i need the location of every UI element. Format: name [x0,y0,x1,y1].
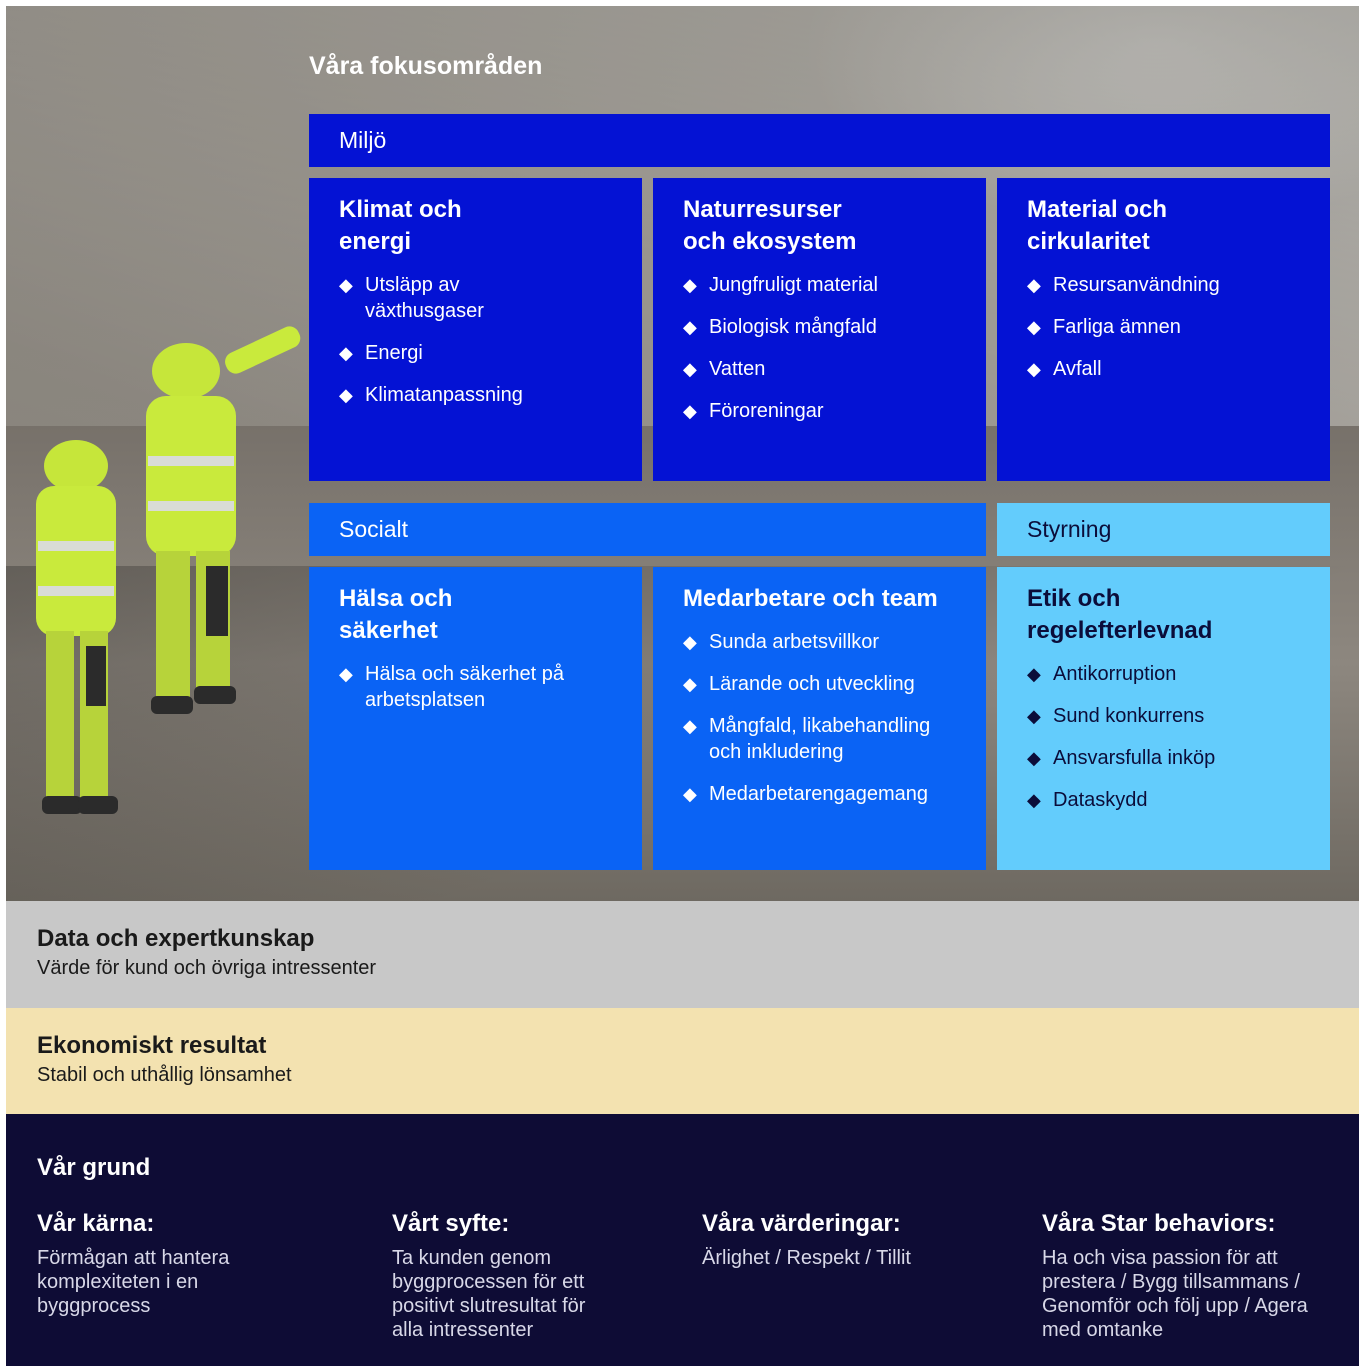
diamond-icon: ◆ [1027,275,1041,295]
column-title: Våra värderingar: [702,1210,901,1237]
list-item: ◆ Jungfruligt material [683,274,878,296]
list-item: ◆ Dataskydd [1027,789,1148,811]
card-title: Klimat och energi [339,196,462,255]
list-item: ◆ Avfall [1027,358,1102,380]
diamond-icon: ◆ [339,385,353,405]
list-item: ◆ Resursanvändning [1027,274,1220,296]
card-natur: Naturresurser och ekosystem ◆ Jungfruligt… [653,178,986,481]
foundation-column: Våra Star behaviors: Ha och visa passion… [1042,1210,1332,1342]
list-item: ◆ Biologisk mångfald [683,316,877,338]
column-text: Ta kunden genom byggprocessen för ett po… [392,1247,586,1341]
column-title: Vår kärna: [37,1210,155,1237]
column-title: Vårt syfte: [392,1210,510,1237]
diamond-icon: ◆ [1027,790,1041,810]
list-item: ◆ Antikorruption [1027,663,1177,685]
list-item: ◆ Ansvarsfulla inköp [1027,747,1216,769]
diamond-icon: ◆ [683,317,697,337]
column-text: Ärlighet / Respekt / Tillit [702,1247,911,1269]
diamond-icon: ◆ [683,632,697,652]
diamond-icon: ◆ [339,275,353,295]
band-environment: Miljö [309,114,1330,167]
data-strip-subtitle: Värde för kund och övriga intressenter [37,957,377,979]
list-item: ◆ Sund konkurrens [1027,705,1205,727]
diamond-icon: ◆ [683,674,697,694]
workers-illustration [36,326,301,814]
foundation-column: Vårt syfte: Ta kunden genom byggprocesse… [392,1210,622,1342]
card-title: Material och cirkularitet [1027,196,1168,255]
diamond-icon: ◆ [1027,748,1041,768]
page-title: Våra fokusområden [309,52,543,80]
diamond-icon: ◆ [1027,664,1041,684]
foundation-column: Vår kärna: Förmågan att hantera komplexi… [37,1210,307,1318]
band-governance: Styrning [997,503,1330,556]
foundation-column: Våra värderingar: Ärlighet / Respekt / T… [702,1210,982,1270]
card-title: Hälsa och säkerhet [339,585,453,644]
card-klimat: Klimat och energi ◆ Utsläpp av växthusgas… [309,178,642,481]
diamond-icon: ◆ [683,359,697,379]
diamond-icon: ◆ [683,716,697,736]
column-text: Förmågan att hantera komplexiteten i en … [37,1247,230,1317]
diamond-icon: ◆ [683,784,697,804]
list-item: ◆ Energi [339,342,423,364]
diamond-icon: ◆ [1027,706,1041,726]
diamond-icon: ◆ [683,275,697,295]
data-strip-title: Data och expertkunskap [37,925,315,952]
card-halsa: Hälsa och säkerhet ◆ Hälsa och säkerhet p… [309,567,642,870]
card-material: Material och cirkularitet ◆ Resursanvändn… [997,178,1330,481]
page-frame: Våra fokusområden Miljö Klimat och energ… [6,6,1359,1366]
list-item: ◆ Utsläpp av växthusgaser [339,274,484,322]
band-social: Socialt [309,503,986,556]
card-title: Etik och regelefterlevnad [1027,585,1213,644]
diamond-icon: ◆ [1027,317,1041,337]
list-item: ◆ Farliga ämnen [1027,316,1181,338]
card-etik: Etik och regelefterlevnad ◆ Antikorruptio… [997,567,1330,870]
economy-strip-title: Ekonomiskt resultat [37,1032,267,1059]
column-text: Ha och visa passion för att prestera / B… [1042,1247,1308,1341]
diamond-icon: ◆ [339,664,353,684]
list-item: ◆ Hälsa och säkerhet på arbetsplatsen [339,663,565,711]
list-item: ◆ Sunda arbetsvillkor [683,631,880,653]
card-medarbetare: Medarbetare och team ◆ Sunda arbetsvillko… [653,567,986,870]
column-title: Våra Star behaviors: [1042,1210,1276,1237]
list-item: ◆ Mångfald, likabehandling och inkluderin… [683,715,931,763]
list-item: ◆ Medarbetarengagemang [683,783,929,805]
list-item: ◆ Klimatanpassning [339,384,523,406]
list-item: ◆ Lärande och utveckling [683,673,915,695]
card-title: Medarbetare och team [683,585,938,612]
diamond-icon: ◆ [339,343,353,363]
economy-strip: Ekonomiskt resultat Stabil och uthållig … [6,1008,1359,1114]
foundation-section: Vår grund Vår kärna: Förmågan att hanter… [6,1114,1359,1366]
economy-strip-subtitle: Stabil och uthållig lönsamhet [37,1064,292,1086]
foundation-title: Vår grund [37,1154,151,1181]
card-title: Naturresurser och ekosystem [683,196,857,255]
diamond-icon: ◆ [1027,359,1041,379]
list-item: ◆ Vatten [683,358,766,380]
list-item: ◆ Föroreningar [683,400,824,422]
diamond-icon: ◆ [683,401,697,421]
data-strip: Data och expertkunskap Värde för kund oc… [6,901,1359,1008]
